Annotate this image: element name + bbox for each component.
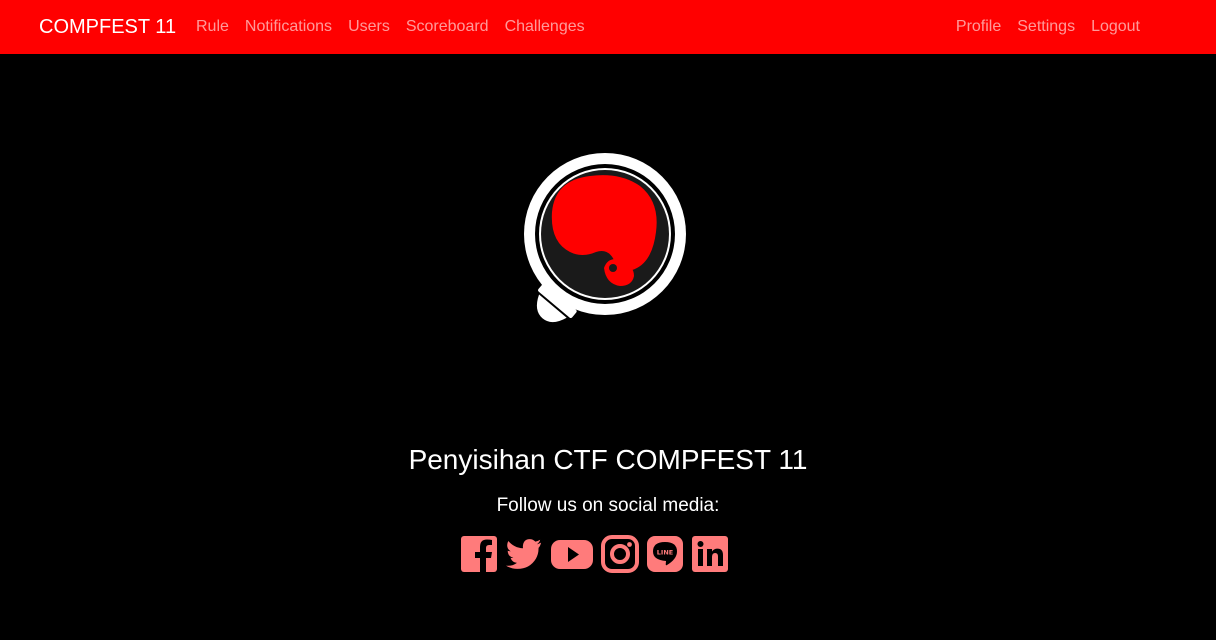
line-icon-label: LINE xyxy=(657,549,673,557)
nav-notifications[interactable]: Notifications xyxy=(237,18,340,36)
youtube-icon[interactable] xyxy=(550,535,594,573)
top-navbar: COMPFEST 11 Rule Notifications Users Sco… xyxy=(0,0,1216,54)
facebook-icon[interactable] xyxy=(460,535,498,573)
compfest-logo xyxy=(500,152,690,338)
nav-profile[interactable]: Profile xyxy=(948,18,1009,36)
page-title: Penyisihan CTF COMPFEST 11 xyxy=(408,444,808,475)
nav-rule[interactable]: Rule xyxy=(188,18,237,36)
nav-challenges[interactable]: Challenges xyxy=(497,18,593,36)
nav-settings[interactable]: Settings xyxy=(1009,18,1083,36)
nav-right-group: Profile Settings Logout xyxy=(948,0,1148,54)
line-icon[interactable]: LINE xyxy=(646,535,684,573)
instagram-icon[interactable] xyxy=(601,535,639,573)
social-subtitle: Follow us on social media: xyxy=(496,495,720,516)
brand-link[interactable]: COMPFEST 11 xyxy=(39,0,176,54)
nav-users[interactable]: Users xyxy=(340,18,398,36)
nav-logout[interactable]: Logout xyxy=(1083,18,1148,36)
nav-scoreboard[interactable]: Scoreboard xyxy=(398,18,497,36)
nav-left-group: Rule Notifications Users Scoreboard Chal… xyxy=(188,0,593,54)
twitter-icon[interactable] xyxy=(505,535,543,573)
linkedin-icon[interactable] xyxy=(691,535,729,573)
social-links: LINE xyxy=(460,534,730,574)
